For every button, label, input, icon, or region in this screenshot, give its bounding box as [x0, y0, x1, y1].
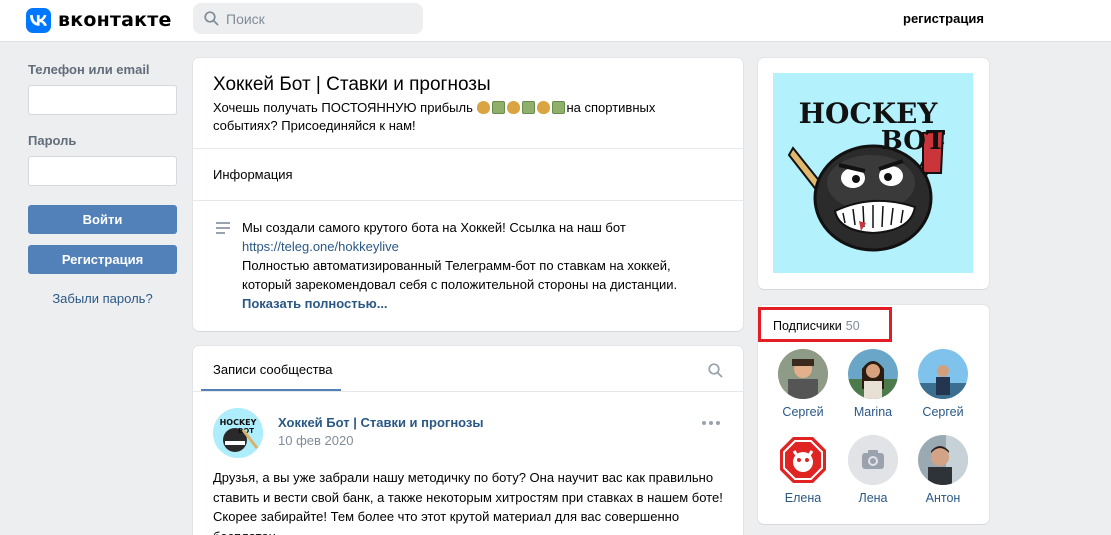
phone-label: Телефон или email: [28, 62, 150, 77]
subscriber-name[interactable]: Сергей: [773, 405, 833, 419]
logo-text: вконтакте: [58, 9, 172, 31]
post-author-name[interactable]: Хоккей Бот | Ставки и прогнозы: [278, 415, 484, 430]
post-date[interactable]: 10 фев 2020: [278, 433, 353, 448]
forgot-password-link[interactable]: Забыли пароль?: [28, 291, 177, 306]
group-description: Мы создали самого крутого бота на Хоккей…: [242, 218, 722, 313]
more-dots-icon[interactable]: [702, 421, 720, 425]
bot-link[interactable]: https://teleg.one/hokkeylive: [242, 239, 399, 254]
post-text: Друзья, а вы уже забрали нашу методичку …: [213, 470, 723, 535]
subscriber-name[interactable]: Marina: [843, 405, 903, 419]
divider: [193, 200, 743, 201]
vk-logo[interactable]: вконтакте: [26, 7, 172, 33]
group-status: Хочешь получать ПОСТОЯННУЮ прибыль на сп…: [213, 99, 683, 135]
money-emoji-icon: [492, 101, 506, 114]
group-title: Хоккей Бот | Ставки и прогнозы: [213, 74, 491, 95]
cover-text: BOT: [881, 126, 946, 156]
search-icon[interactable]: [708, 363, 723, 378]
community-posts-card: Записи сообщества HOCKEY BOT Хоккей Бот …: [193, 346, 743, 535]
subscriber-name[interactable]: Сергей: [913, 405, 973, 419]
subscriber-item[interactable]: Сергей: [773, 349, 833, 419]
top-header: вконтакте регистрация: [0, 0, 1111, 42]
subscriber-name[interactable]: Елена: [773, 491, 833, 505]
avatar[interactable]: [918, 435, 968, 485]
money-bag-emoji-icon: [507, 101, 521, 114]
phone-email-input[interactable]: [28, 85, 177, 115]
desc-line: Мы создали самого крутого бота на Хоккей…: [242, 220, 626, 235]
search-icon: [204, 11, 219, 26]
subscriber-item[interactable]: Елена: [773, 435, 833, 505]
avatar[interactable]: [848, 435, 898, 485]
desc-line: Полностью автоматизированный Телеграмм-б…: [242, 258, 671, 273]
divider: [193, 148, 743, 149]
header-register-link[interactable]: регистрация: [903, 11, 984, 26]
tab-community-posts[interactable]: Записи сообщества: [213, 362, 333, 377]
subscriber-item[interactable]: Антон: [913, 435, 973, 505]
description-icon: [216, 222, 230, 234]
post-author-avatar[interactable]: HOCKEY BOT: [213, 408, 263, 458]
subscriber-name[interactable]: Антон: [913, 491, 973, 505]
subscriber-name[interactable]: Лена: [843, 491, 903, 505]
desc-line: который зарекомендовал себя с положитель…: [242, 277, 678, 292]
group-avatar-image[interactable]: HOCKEY BOT: [773, 73, 973, 273]
divider: [193, 391, 743, 392]
search-box[interactable]: [193, 3, 423, 34]
avatar[interactable]: [778, 435, 828, 485]
money-emoji-icon: [552, 101, 566, 114]
password-input[interactable]: [28, 156, 177, 186]
login-button[interactable]: Войти: [28, 205, 177, 234]
info-section-title: Информация: [213, 167, 293, 182]
login-form: Телефон или email Пароль Войти Регистрац…: [28, 62, 177, 306]
money-emoji-icon: [522, 101, 536, 114]
subscribers-card: Подписчики50 Сергей Marina Сергей Елена: [758, 305, 989, 524]
camera-icon: [848, 435, 898, 485]
show-more-link[interactable]: Показать полностью...: [242, 294, 722, 313]
vk-logo-icon: [26, 7, 51, 33]
money-bag-emoji-icon: [477, 101, 491, 114]
subscriber-item[interactable]: Лена: [843, 435, 903, 505]
subscriber-item[interactable]: Marina: [843, 349, 903, 419]
money-bag-emoji-icon: [537, 101, 551, 114]
register-button[interactable]: Регистрация: [28, 245, 177, 274]
group-avatar-card: HOCKEY BOT: [758, 58, 989, 289]
avatar[interactable]: [848, 349, 898, 399]
highlight-frame: [758, 307, 892, 342]
avatar[interactable]: [778, 349, 828, 399]
group-info-card: Хоккей Бот | Ставки и прогнозы Хочешь по…: [193, 58, 743, 331]
search-input[interactable]: [226, 10, 406, 27]
avatar[interactable]: [918, 349, 968, 399]
subscriber-item[interactable]: Сергей: [913, 349, 973, 419]
avatar-text: HOCKEY: [220, 418, 257, 427]
password-label: Пароль: [28, 133, 77, 148]
status-text-1: Хочешь получать ПОСТОЯННУЮ прибыль: [213, 100, 473, 115]
